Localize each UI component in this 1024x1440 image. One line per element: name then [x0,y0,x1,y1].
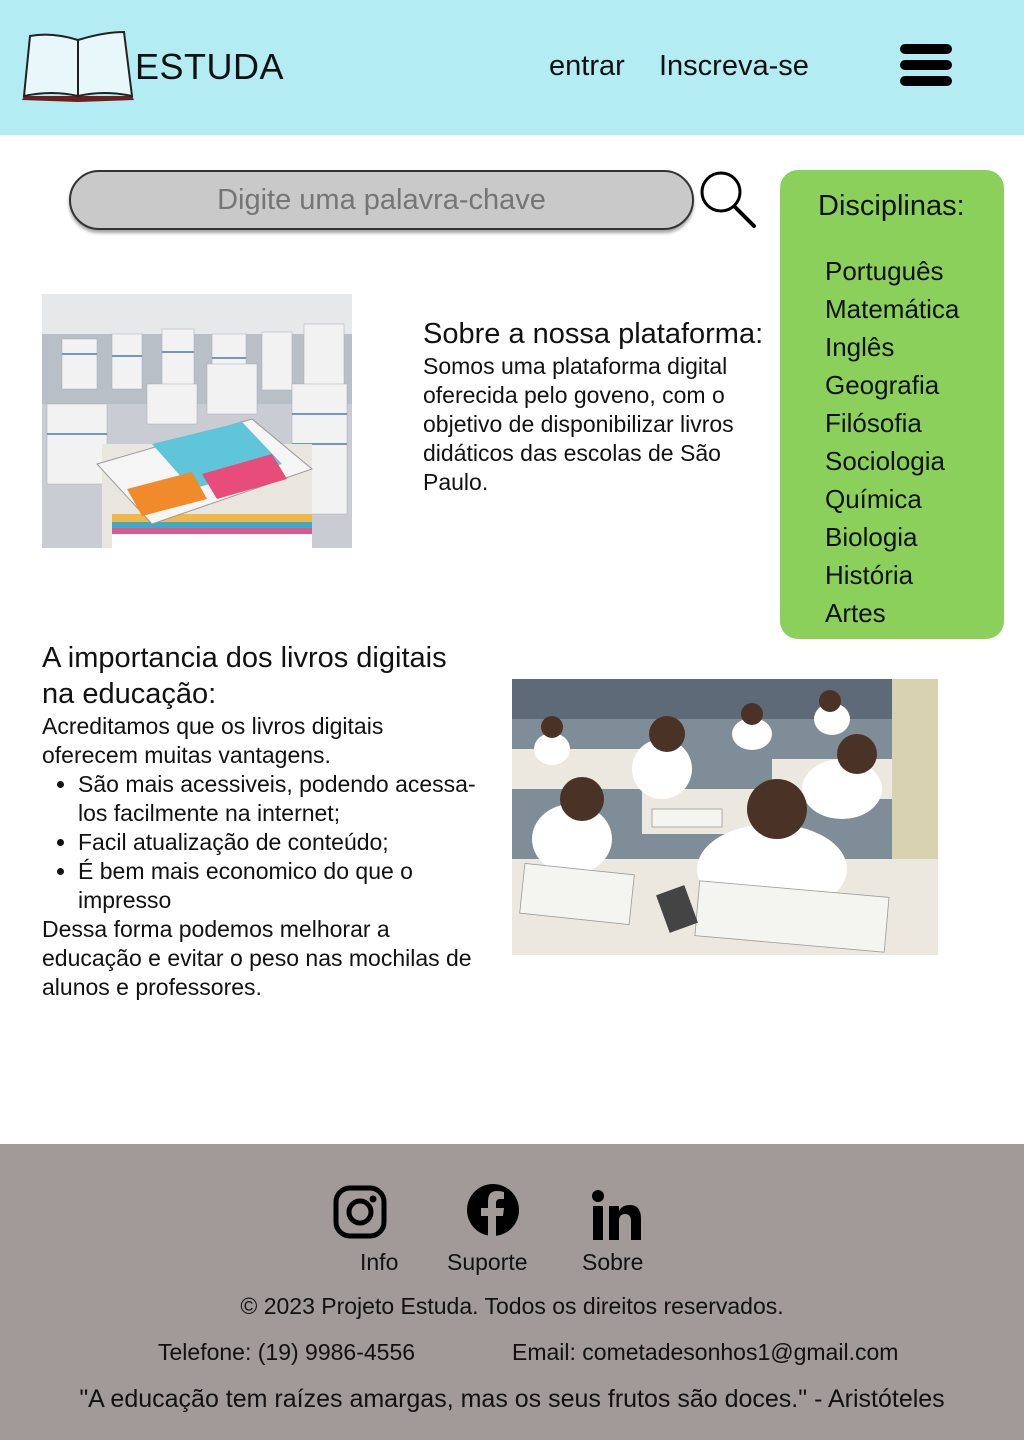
about-section: Sobre a nossa plataforma: Somos uma plat… [423,316,768,497]
linkedin-icon[interactable] [588,1188,644,1244]
about-title: Sobre a nossa plataforma: [423,318,764,350]
discipline-item-filosofia[interactable]: Filósofia [825,404,959,442]
list-item: São mais acessiveis, podendo acessa-los … [78,770,482,828]
about-body: Somos uma plataforma digital oferecida p… [423,353,734,495]
magnifier-icon[interactable] [699,170,757,230]
footer-link-info[interactable]: Info [360,1249,398,1276]
discipline-item-ingles[interactable]: Inglês [825,328,959,366]
importance-title: A importancia dos livros digitais na edu… [42,642,447,710]
copyright-text: © 2023 Projeto Estuda. Todos os direitos… [240,1293,784,1319]
list-item: Facil atualização de conteúdo; [78,828,482,857]
facebook-icon[interactable] [465,1182,521,1238]
search-input[interactable] [69,170,694,230]
importance-intro: Acreditamos que os livros digitais ofere… [42,713,384,768]
instagram-icon[interactable] [332,1184,388,1240]
disciplines-list: Português Matemática Inglês Geografia Fi… [825,252,959,632]
discipline-item-historia[interactable]: História [825,556,959,594]
open-book-icon[interactable] [20,30,136,104]
disciplines-title: Disciplinas: [818,190,965,222]
brand-name: ESTUDA [135,46,285,87]
discipline-item-geografia[interactable]: Geografia [825,366,959,404]
books-stack-photo [42,294,352,548]
signup-link[interactable]: Inscreva-se [659,50,809,83]
email-text[interactable]: Email: cometadesonhos1@gmail.com [512,1339,898,1366]
disciplines-panel: Disciplinas: Português Matemática Inglês… [780,170,1004,639]
importance-outro: Dessa forma podemos melhorar a educação … [42,916,472,1000]
discipline-item-matematica[interactable]: Matemática [825,290,959,328]
hamburger-menu-icon[interactable] [900,42,954,88]
discipline-item-artes[interactable]: Artes [825,594,959,632]
footer-link-sobre[interactable]: Sobre [582,1249,643,1276]
discipline-item-biologia[interactable]: Biologia [825,518,959,556]
discipline-item-sociologia[interactable]: Sociologia [825,442,959,480]
discipline-item-portugues[interactable]: Português [825,252,959,290]
importance-list: São mais acessiveis, podendo acessa-los … [42,770,482,915]
classroom-photo [512,679,938,955]
site-footer: Info Suporte Sobre © 2023 Projeto Estuda… [0,1144,1024,1440]
site-header: ESTUDA entrar Inscreva-se [0,0,1024,135]
quote-text: "A educação tem raízes amargas, mas os s… [79,1385,945,1413]
list-item: É bem mais economico do que o impresso [78,857,482,915]
discipline-item-quimica[interactable]: Química [825,480,959,518]
footer-link-suporte[interactable]: Suporte [447,1249,528,1276]
importance-section: A importancia dos livros digitais na edu… [42,640,482,1002]
login-link[interactable]: entrar [549,50,625,83]
phone-text: Telefone: (19) 9986-4556 [158,1339,416,1365]
